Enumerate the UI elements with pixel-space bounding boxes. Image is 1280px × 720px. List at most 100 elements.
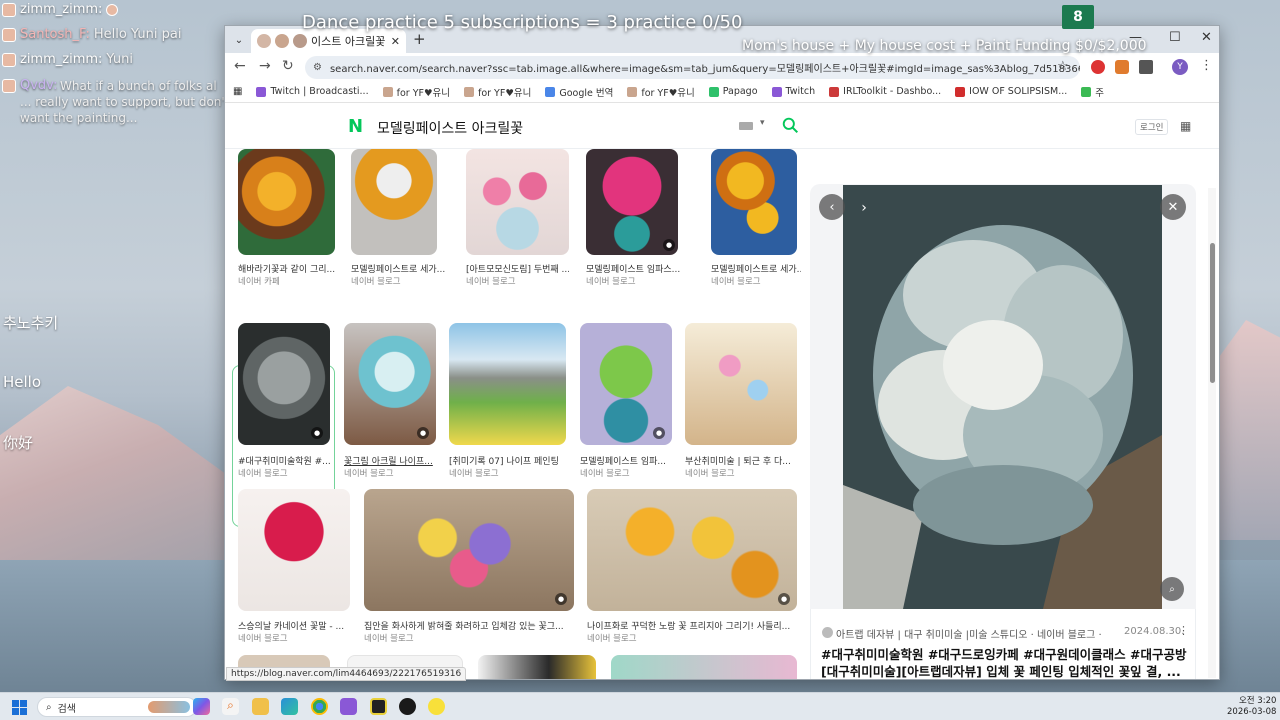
bookmark-item[interactable]: Google 번역 <box>545 85 613 99</box>
result-image-pink-bouquet[interactable] <box>586 149 678 255</box>
search-icon[interactable] <box>782 117 799 134</box>
result-caption[interactable]: [취미기록 07] 나이프 페인팅 <box>449 454 566 467</box>
next-image-button[interactable]: › <box>851 195 877 221</box>
bookmark-item[interactable]: Twitch <box>771 86 816 97</box>
result-image[interactable] <box>611 655 797 679</box>
image-search-lens-icon[interactable]: ⌕ <box>1160 577 1184 601</box>
edge-icon[interactable] <box>281 698 298 715</box>
result-image-freesia[interactable] <box>587 489 797 611</box>
login-button[interactable]: 로그인 <box>1135 119 1169 135</box>
preview-image[interactable] <box>843 185 1162 609</box>
result-caption[interactable]: 모델링페이스트 임파... <box>580 454 676 467</box>
file-explorer-icon[interactable] <box>252 698 269 715</box>
close-window-icon[interactable]: ✕ <box>1201 30 1212 45</box>
close-tab-icon[interactable]: ✕ <box>391 35 400 48</box>
result-caption[interactable]: 해바라기꽃과 같이 그리... <box>238 262 338 275</box>
close-preview-button[interactable]: ✕ <box>1160 194 1186 220</box>
extension-icon[interactable] <box>1091 60 1105 74</box>
irltoolkit-icon <box>829 86 840 97</box>
extension-icon[interactable] <box>1115 60 1129 74</box>
forward-icon[interactable]: → <box>259 58 271 74</box>
apps-grid-icon[interactable]: ▦ <box>1180 119 1191 133</box>
result-caption[interactable]: 나이프화로 꾸덕한 노랑 꽃 프리지아 그리기! 사들리... <box>587 619 799 632</box>
result-caption[interactable]: #대구취미미술학원 #... <box>238 454 331 467</box>
result-image-mountain[interactable] <box>449 323 566 445</box>
result-image-colorful-bouquet[interactable] <box>364 489 574 611</box>
result-caption[interactable]: 꽃그림 아크릴 나이프... <box>344 454 437 467</box>
result-source: 네이버 블로그 <box>238 469 288 479</box>
obs-icon[interactable] <box>399 698 416 715</box>
clock-time: 오전 3:20 <box>1238 696 1277 706</box>
scrollbar-thumb[interactable] <box>1210 243 1215 383</box>
bookmark-label: 주 <box>1095 87 1105 99</box>
page-scrollbar[interactable] <box>1208 188 1216 678</box>
profile-avatar[interactable]: Y <box>1172 59 1188 75</box>
result-caption[interactable]: 부산취미미술 | 퇴근 후 다... <box>685 454 797 467</box>
chat-avatar-icon <box>2 78 16 93</box>
overlay-text: 추노추키 <box>3 314 59 332</box>
bookmark-label: Google 번역 <box>559 87 614 99</box>
result-caption[interactable]: 스승의날 카네이션 꽃말 - ... <box>238 619 348 632</box>
kakaotalk-icon[interactable] <box>428 698 445 715</box>
bookmark-label: Twitch <box>785 86 816 97</box>
bookmark-item[interactable]: for YF♥유니 <box>627 85 695 99</box>
result-image-sunflower-blue[interactable] <box>711 149 797 255</box>
bookmark-item[interactable]: 주 <box>1081 85 1104 99</box>
twitch-icon[interactable] <box>340 698 357 715</box>
bookmark-favicon-icon <box>463 86 474 97</box>
previous-image-button[interactable]: ‹ <box>819 194 845 220</box>
back-icon[interactable]: ← <box>234 58 246 74</box>
taskbar-search[interactable]: ⌕ 검색 <box>37 697 197 717</box>
url-text: search.naver.com/search.naver?ssc=tab.im… <box>329 64 1080 75</box>
tab-favicon-icon <box>257 34 271 48</box>
windows-start-icon[interactable] <box>12 700 27 715</box>
keyboard-icon[interactable] <box>739 122 753 130</box>
result-caption[interactable]: 모델링페이스트 임파스... <box>586 262 682 275</box>
result-image-pastel-flowers[interactable] <box>685 323 797 445</box>
site-info-icon[interactable]: ⚙ <box>313 62 322 73</box>
bookmark-item[interactable]: IOW OF SOLIPSISM... <box>955 86 1067 97</box>
search-query-text[interactable]: 모델링페이스트 아크릴꽃 <box>377 118 523 138</box>
result-caption[interactable]: 모델링페이스트로 세가... <box>711 262 801 275</box>
result-image[interactable] <box>478 655 596 679</box>
maximize-icon[interactable]: ☐ <box>1169 30 1181 45</box>
bookmark-label: IOW OF SOLIPSISM... <box>969 86 1068 97</box>
app-icon[interactable] <box>370 698 387 715</box>
address-bar[interactable]: ⚙ search.naver.com/search.naver?ssc=tab.… <box>305 56 1080 79</box>
apps-grid-icon[interactable]: ▦ <box>233 86 242 97</box>
twitch-icon <box>256 86 267 97</box>
result-caption[interactable]: [아트모모신도림] 두번째 ... <box>466 262 569 275</box>
preview-source[interactable]: 아트랩 데자뷰 | 대구 취미미술 |미술 스튜디오 · 네이버 블로그 · <box>836 626 1102 641</box>
taskbar-clock[interactable]: 오전 3:20 2026-03-08 <box>1227 696 1276 718</box>
bookmark-label: Papago <box>722 86 758 97</box>
bookmark-item[interactable]: for YF♥유니 <box>463 85 531 99</box>
preview-description[interactable]: #대구취미미술학원 #대구드로잉카페 #대구원데이클래스 #대구공방 [대구취미… <box>821 646 1189 679</box>
chrome-icon[interactable] <box>311 698 328 715</box>
browser-menu-icon[interactable]: ⋮ <box>1200 58 1213 73</box>
bookmark-item[interactable]: for YF♥유니 <box>382 85 450 99</box>
chevron-down-icon[interactable]: ▾ <box>760 118 765 128</box>
bookmark-label: IRLToolkit - Dashbo... <box>843 86 942 97</box>
search-header: N 모델링페이스트 아크릴꽃 ▾ 로그인 ▦ <box>225 103 1219 149</box>
search-app-icon[interactable]: ⌕ <box>222 698 239 715</box>
reload-icon[interactable]: ↻ <box>282 58 294 74</box>
more-options-icon[interactable]: ⋮ <box>1178 624 1189 637</box>
result-image-tulips[interactable] <box>466 149 569 255</box>
result-image-sunflower-texture[interactable] <box>351 149 437 255</box>
tab-search-icon[interactable]: ⌄ <box>230 31 248 49</box>
result-image-carnation[interactable] <box>238 489 350 611</box>
result-image-sunflowers[interactable] <box>238 149 335 255</box>
result-caption[interactable]: 모델링페이스트로 세가... <box>351 262 449 275</box>
result-caption[interactable]: 집안을 화사하게 밝혀줄 화려하고 입체감 있는 꽃그... <box>364 619 576 632</box>
bookmark-item[interactable]: Papago <box>708 86 758 97</box>
bookmark-label: for YF♥유니 <box>641 87 695 99</box>
bookmark-star-icon[interactable]: ☆ <box>1057 59 1069 74</box>
extensions-puzzle-icon[interactable] <box>1139 60 1153 74</box>
bookmark-item[interactable]: Twitch | Broadcasti... <box>256 86 369 97</box>
tab-favicon-icon <box>293 34 307 48</box>
naver-logo[interactable]: N <box>348 116 363 137</box>
result-source: 네이버 블로그 <box>344 469 394 479</box>
bookmark-label: for YF♥유니 <box>396 87 450 99</box>
copilot-icon[interactable] <box>193 698 210 715</box>
bookmark-item[interactable]: IRLToolkit - Dashbo... <box>829 86 941 97</box>
